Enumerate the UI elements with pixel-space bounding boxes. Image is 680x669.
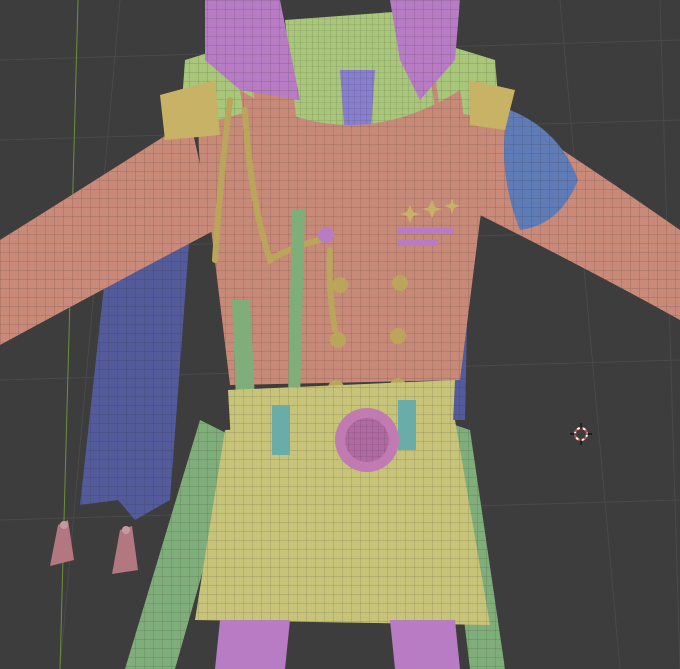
belt-buckle[interactable]	[335, 408, 399, 472]
tassel-left[interactable]	[50, 520, 74, 566]
scene-canvas[interactable]	[0, 0, 680, 669]
tassel-right[interactable]	[112, 526, 138, 574]
3d-cursor-icon[interactable]	[570, 423, 592, 445]
legs[interactable]	[215, 620, 460, 669]
shoulder-knot[interactable]	[318, 227, 334, 243]
3d-viewport[interactable]	[0, 0, 680, 669]
